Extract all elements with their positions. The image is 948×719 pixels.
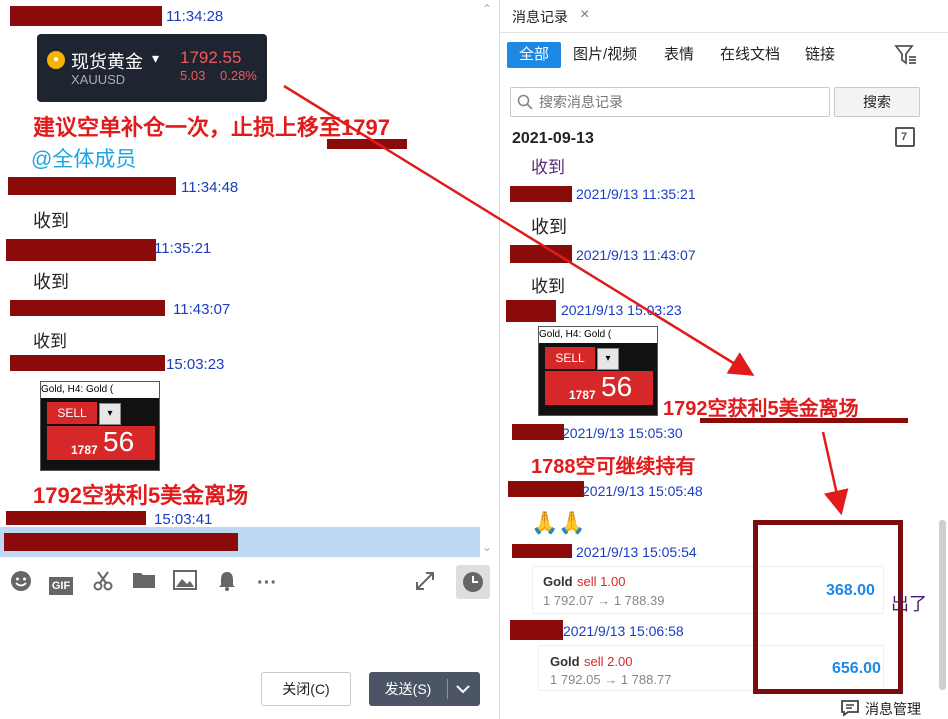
arrow-line <box>821 431 849 516</box>
arrow-line <box>283 84 755 376</box>
annotation-arrows <box>283 84 849 516</box>
